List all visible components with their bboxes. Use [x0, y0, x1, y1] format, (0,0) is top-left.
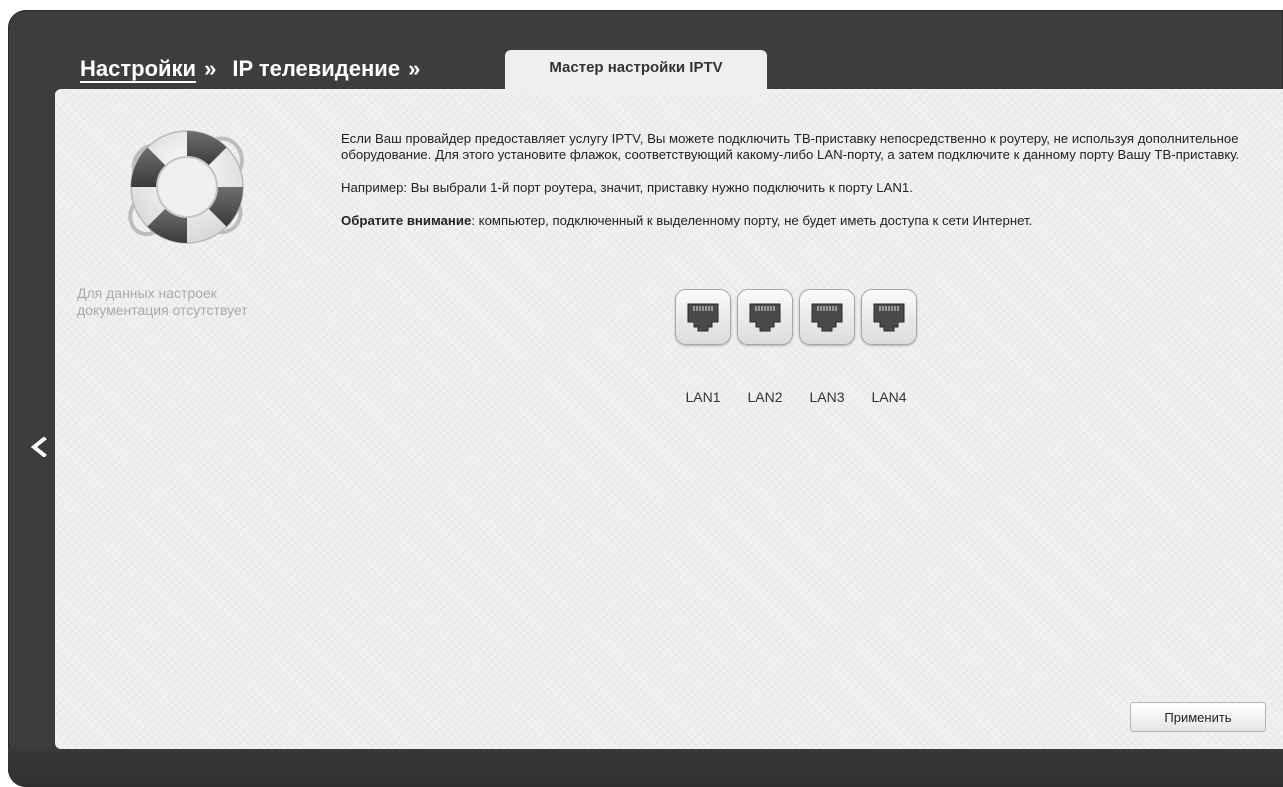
- lifebuoy-icon: [117, 119, 257, 249]
- breadcrumb-separator: »: [408, 56, 421, 81]
- ethernet-port-icon: [811, 303, 843, 332]
- example-paragraph: Например: Вы выбрали 1-й порт роутера, з…: [341, 180, 913, 195]
- lan-port-selector: [675, 289, 917, 345]
- note-text: : компьютер, подключенный к выделенному …: [471, 213, 1033, 228]
- lan-port-labels: LAN1 LAN2 LAN3 LAN4: [675, 389, 917, 405]
- documentation-note: Для данных настроек документация отсутст…: [77, 285, 248, 318]
- breadcrumb: Настройки » IP телевидение »: [80, 56, 436, 82]
- lan-port-toggle[interactable]: [737, 289, 793, 345]
- lan-port-toggle[interactable]: [799, 289, 855, 345]
- description-text: Если Ваш провайдер предоставляет услугу …: [341, 131, 1271, 246]
- tab-iptv-wizard[interactable]: Мастер настройки IPTV: [505, 50, 767, 92]
- apply-button[interactable]: Применить: [1130, 702, 1266, 732]
- breadcrumb-iptv[interactable]: IP телевидение: [232, 56, 400, 82]
- lan-port-label: LAN4: [871, 389, 907, 405]
- lan-port-label: LAN3: [809, 389, 845, 405]
- lan-port-label: LAN1: [685, 389, 721, 405]
- ethernet-port-icon: [873, 303, 905, 332]
- ethernet-port-icon: [749, 303, 781, 332]
- content-panel: Для данных настроек документация отсутст…: [55, 89, 1283, 749]
- lan-port-label: LAN2: [747, 389, 783, 405]
- lan-port-toggle[interactable]: [861, 289, 917, 345]
- lan-port-toggle[interactable]: [675, 289, 731, 345]
- chevron-left-icon[interactable]: [28, 434, 50, 460]
- intro-paragraph: Если Ваш провайдер предоставляет услугу …: [341, 131, 1240, 162]
- breadcrumb-settings-link[interactable]: Настройки: [80, 56, 196, 82]
- note-label: Обратите внимание: [341, 213, 472, 228]
- breadcrumb-separator: »: [204, 56, 217, 81]
- note-paragraph: Обратите внимание: компьютер, подключенн…: [341, 213, 1271, 229]
- ethernet-port-icon: [687, 303, 719, 332]
